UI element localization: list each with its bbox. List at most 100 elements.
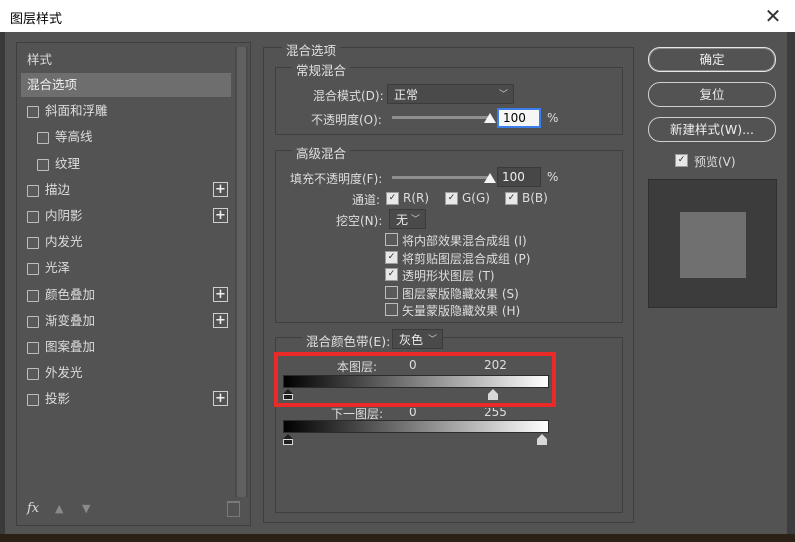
fill-opacity-slider-track[interactable] — [392, 176, 490, 179]
opacity-slider-thumb[interactable] — [484, 113, 496, 123]
knockout-label: 挖空(N): — [336, 214, 383, 228]
style-item-8[interactable]: 光泽 — [21, 256, 231, 280]
fill-opacity-label: 填充不透明度(F): — [290, 172, 383, 186]
dialog-title: 图层样式 — [10, 12, 63, 27]
channels-label: 通道: — [352, 193, 381, 207]
title-bar: 图层样式 ✕ — [0, 0, 795, 32]
style-item-checkbox[interactable] — [27, 184, 39, 197]
layer-style-dialog: 图层样式 ✕ 样式 混合选项斜面和浮雕等高线纹理描边 + 内阴影 + 内发光 光泽颜色叠加… — [0, 0, 795, 534]
opacity-input[interactable]: 100 — [497, 108, 541, 128]
advanced-option-checkbox[interactable] — [385, 303, 398, 317]
style-item-checkbox[interactable] — [27, 394, 39, 407]
style-item-checkbox[interactable] — [27, 106, 39, 119]
style-item-5[interactable]: 描边 + — [21, 178, 231, 202]
style-item-2[interactable]: 斜面和浮雕 — [21, 99, 231, 123]
channel-b-label: B(B) — [522, 191, 548, 205]
window-left-edge — [0, 32, 5, 534]
fx-button[interactable]: fx — [27, 501, 39, 516]
add-effect-icon[interactable]: + — [213, 208, 228, 223]
style-item-12[interactable]: 外发光 — [21, 361, 231, 385]
move-up-icon[interactable]: ▲ — [55, 502, 63, 515]
opacity-slider-track[interactable] — [392, 116, 490, 119]
preview-label: 预览(V) — [694, 155, 736, 169]
advanced-option-label: 图层蒙版隐藏效果 (S) — [402, 286, 519, 301]
channel-g-checkbox[interactable]: ✓ — [445, 192, 458, 205]
channel-b-checkbox[interactable]: ✓ — [505, 192, 518, 205]
style-item-7[interactable]: 内发光 — [21, 230, 231, 254]
style-item-label: 描边 — [45, 181, 71, 197]
style-item-checkbox[interactable] — [27, 237, 39, 250]
fill-opacity-slider-thumb[interactable] — [484, 173, 496, 183]
chevron-down-icon: ﹀ — [427, 335, 437, 345]
add-effect-icon[interactable]: + — [213, 391, 228, 407]
style-item-checkbox[interactable] — [37, 158, 49, 171]
move-down-icon[interactable]: ▼ — [82, 502, 90, 515]
style-item-1[interactable]: 混合选项 — [21, 73, 231, 97]
advanced-option-label: 透明形状图层 (T) — [402, 269, 495, 284]
reset-button[interactable]: 复位 — [648, 82, 776, 107]
style-item-13[interactable]: 投影 + — [21, 387, 231, 411]
scrollbar-thumb[interactable] — [237, 47, 246, 497]
style-item-4[interactable]: 纹理 — [21, 152, 231, 176]
fill-opacity-unit: % — [547, 170, 559, 184]
knockout-dropdown[interactable]: 无 ﹀ — [389, 209, 426, 229]
style-preview-thumbnail — [648, 179, 777, 308]
opacity-unit: % — [547, 111, 559, 125]
style-item-checkbox[interactable] — [37, 132, 49, 145]
underlying-layer-gradient — [283, 420, 549, 433]
underlying-white-stop[interactable] — [537, 434, 547, 445]
blend-mode-dropdown[interactable]: 正常 ﹀ — [387, 84, 514, 104]
advanced-option-checkbox[interactable] — [385, 233, 398, 246]
blend-if-label: 混合颜色带(E): — [302, 331, 395, 350]
background-strip — [0, 534, 795, 542]
style-item-checkbox[interactable] — [27, 211, 39, 223]
close-icon[interactable]: ✕ — [759, 3, 787, 29]
advanced-option-checkbox[interactable]: ✓ — [385, 268, 398, 282]
advanced-option-checkbox[interactable]: ✓ — [385, 250, 398, 264]
channel-r-label: R(R) — [403, 191, 430, 205]
general-blending-title: 常规混合 — [292, 60, 351, 79]
blending-options-title: 混合选项 — [282, 40, 341, 59]
style-item-label: 纹理 — [55, 155, 81, 171]
style-item-checkbox[interactable] — [27, 342, 39, 354]
style-item-6[interactable]: 内阴影 + — [21, 204, 231, 228]
channel-r-checkbox[interactable]: ✓ — [386, 192, 399, 205]
ok-button[interactable]: 确定 — [648, 47, 776, 72]
advanced-option-checkbox[interactable] — [385, 285, 398, 299]
style-item-checkbox[interactable] — [27, 289, 39, 302]
style-item-label: 斜面和浮雕 — [45, 103, 108, 119]
style-item-9[interactable]: 颜色叠加 + — [21, 283, 231, 307]
add-effect-icon[interactable]: + — [213, 312, 228, 328]
opacity-label: 不透明度(O): — [311, 113, 382, 127]
style-item-label: 外发光 — [45, 365, 83, 381]
blend-if-dropdown[interactable]: 灰色 ﹀ — [392, 329, 443, 349]
style-item-label: 图案叠加 — [45, 339, 96, 354]
style-item-checkbox[interactable] — [27, 315, 39, 328]
style-item-label: 渐变叠加 — [45, 312, 96, 328]
chevron-down-icon: ﹀ — [498, 90, 508, 100]
fill-opacity-input[interactable]: 100 — [497, 167, 541, 187]
style-item-checkbox[interactable] — [27, 368, 39, 381]
add-effect-icon[interactable]: + — [213, 286, 228, 302]
advanced-option-label: 矢量蒙版隐藏效果 (H) — [402, 304, 521, 319]
styles-scrollbar[interactable] — [235, 47, 248, 497]
trash-icon[interactable] — [227, 501, 240, 517]
add-effect-icon[interactable]: + — [213, 181, 228, 197]
chevron-down-icon: ﹀ — [410, 215, 420, 225]
style-item-label: 内阴影 — [45, 208, 83, 223]
preview-checkbox[interactable]: ✓ — [675, 154, 688, 167]
style-item-3[interactable]: 等高线 — [21, 125, 231, 149]
new-style-button[interactable]: 新建样式(W)... — [648, 117, 776, 142]
style-item-label: 混合选项 — [27, 77, 78, 92]
underlying-black-stop[interactable] — [283, 434, 293, 445]
advanced-option-label: 将剪贴图层混合成组 (P) — [402, 251, 531, 266]
style-item-label: 投影 — [45, 391, 71, 407]
advanced-option-label: 将内部效果混合成组 (I) — [402, 234, 527, 248]
advanced-blending-title: 高级混合 — [292, 143, 351, 162]
styles-header: 样式 — [27, 52, 53, 67]
style-item-checkbox[interactable] — [27, 263, 39, 276]
style-item-label: 等高线 — [55, 129, 93, 145]
style-item-10[interactable]: 渐变叠加 + — [21, 309, 231, 333]
blend-mode-label: 混合模式(D): — [313, 89, 384, 103]
style-item-11[interactable]: 图案叠加 — [21, 335, 231, 359]
